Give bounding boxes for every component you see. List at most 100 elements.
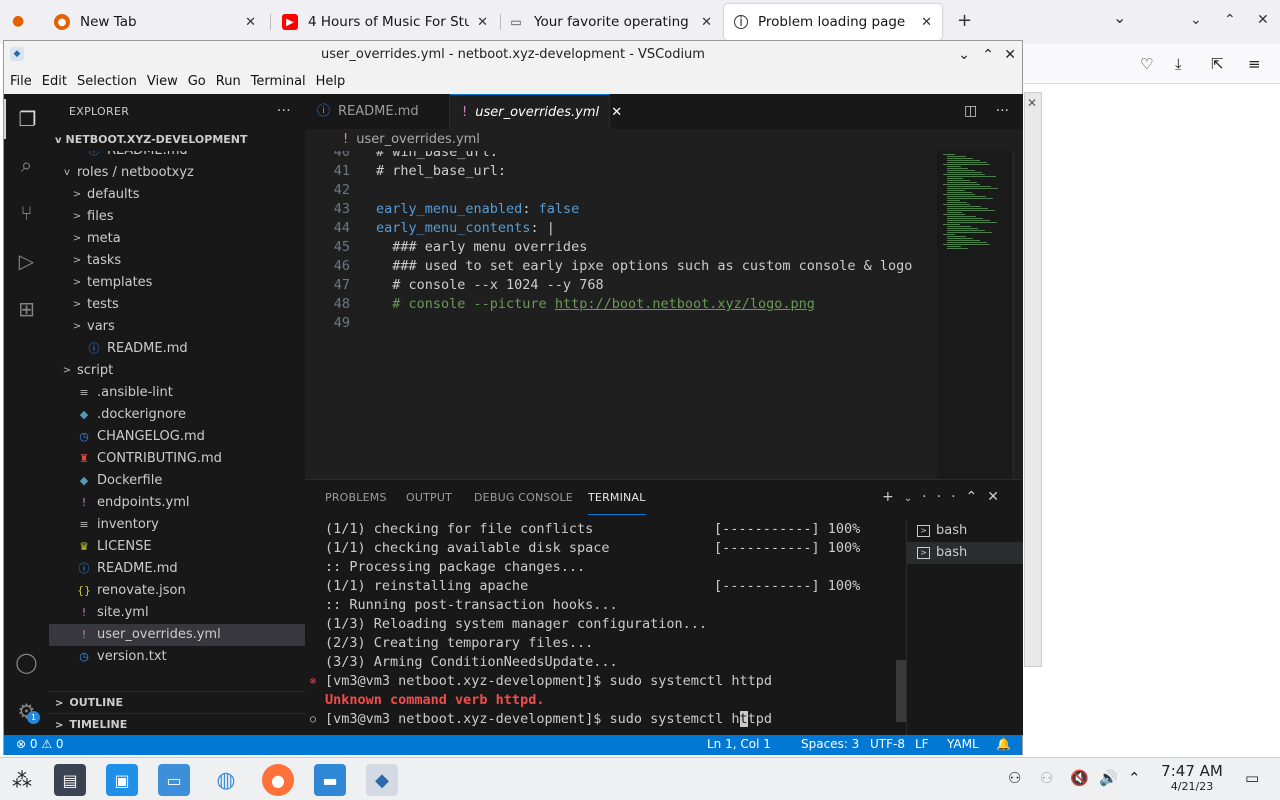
terminal-item-bash[interactable]: > bash — [907, 520, 1023, 542]
file-tree-item[interactable]: > templates — [49, 272, 305, 294]
run-debug-icon[interactable]: ▷ — [4, 241, 49, 281]
encoding-status[interactable]: UTF-8 — [870, 737, 905, 751]
firefox-tab-os[interactable]: ▭ Your favorite operating sys ✕ — [498, 4, 722, 40]
timeline-section[interactable]: > TIMELINE — [49, 713, 305, 735]
notifications-bell-icon[interactable]: 🔔 — [996, 737, 1011, 751]
language-status[interactable]: YAML — [947, 737, 979, 751]
file-tree-item[interactable]: > files — [49, 206, 305, 228]
folder-icon[interactable]: ▬ — [314, 764, 346, 796]
file-tree-item[interactable]: ≡ inventory — [49, 514, 305, 536]
close-panel-icon[interactable]: ✕ — [987, 489, 1009, 505]
close-icon[interactable]: ✕ — [921, 15, 932, 30]
search-icon[interactable]: ⌕ — [4, 145, 49, 185]
minimap[interactable] — [937, 151, 1012, 479]
vscodium-app-icon[interactable]: ◆ — [366, 764, 398, 796]
file-tree-item[interactable]: ♜ CONTRIBUTING.md — [49, 448, 305, 470]
tab-terminal[interactable]: TERMINAL — [588, 480, 646, 515]
menu-selection[interactable]: Selection — [75, 74, 139, 89]
file-tree-item[interactable]: > meta — [49, 228, 305, 250]
close-icon[interactable]: ✕ — [245, 15, 256, 30]
command-failed-icon[interactable]: ⊗ — [310, 672, 316, 691]
file-tree-item[interactable]: {} renovate.json — [49, 580, 305, 602]
close-icon[interactable]: ✕ — [1004, 41, 1016, 69]
discover-store-icon[interactable]: ▣ — [106, 764, 138, 796]
file-tree-item[interactable]: ! endpoints.yml — [49, 492, 305, 514]
user-icon[interactable]: ⚇ — [1008, 769, 1021, 787]
tab-output[interactable]: OUTPUT — [406, 480, 452, 515]
project-folder-header[interactable]: v NETBOOT.XYZ-DEVELOPMENT — [49, 129, 305, 151]
indentation-status[interactable]: Spaces: 3 — [801, 737, 859, 751]
maximize-panel-icon[interactable]: ⌃ — [966, 489, 988, 505]
tray-expand-icon[interactable]: ⌃ — [1128, 769, 1141, 787]
menu-go[interactable]: Go — [186, 74, 208, 89]
outline-section[interactable]: > OUTLINE — [49, 691, 305, 713]
file-tree-item[interactable]: > script — [49, 360, 305, 382]
menu-file[interactable]: File — [8, 74, 34, 89]
network-globe-icon[interactable]: ◍ — [210, 764, 242, 796]
maximize-icon[interactable]: ⌃ — [982, 41, 994, 69]
file-tree-item[interactable]: ◆ .dockerignore — [49, 404, 305, 426]
source-control-icon[interactable]: ⑂ — [4, 193, 49, 233]
new-tab-button[interactable]: + — [957, 10, 972, 31]
more-actions-icon[interactable]: ··· — [996, 103, 1009, 119]
file-tree-item[interactable]: > defaults — [49, 184, 305, 206]
hamburger-menu-icon[interactable]: ≡ — [1248, 55, 1261, 73]
menu-terminal[interactable]: Terminal — [249, 74, 308, 89]
file-tree-item[interactable]: ≡ .ansible-lint — [49, 382, 305, 404]
clock[interactable]: 7:47 AM 4/21/23 — [1152, 762, 1232, 794]
file-tree-item[interactable]: ♛ LICENSE — [49, 536, 305, 558]
pocket-icon[interactable]: ♡ — [1140, 55, 1153, 73]
cursor-position[interactable]: Ln 1, Col 1 — [707, 737, 771, 751]
tab-problems[interactable]: PROBLEMS — [325, 480, 387, 515]
close-icon[interactable]: ✕ — [701, 15, 712, 30]
url-link[interactable]: http://boot.netboot.xyz/logo.png — [555, 296, 815, 312]
close-icon[interactable]: ✕ — [1257, 12, 1269, 28]
close-icon[interactable]: ✕ — [477, 15, 488, 30]
eol-status[interactable]: LF — [915, 737, 929, 751]
more-actions-icon[interactable]: ··· — [277, 94, 291, 129]
file-tree-item[interactable]: ◷ CHANGELOG.md — [49, 426, 305, 448]
menu-view[interactable]: View — [145, 74, 180, 89]
menu-help[interactable]: Help — [314, 74, 348, 89]
extensions-icon[interactable]: ⊞ — [4, 289, 49, 329]
account-icon[interactable]: ◯ — [4, 642, 49, 682]
terminal-output[interactable]: (1/1) checking for file conflicts [------… — [305, 520, 895, 736]
file-tree-item[interactable]: > tasks — [49, 250, 305, 272]
volume-icon[interactable]: 🔊 — [1099, 769, 1118, 787]
download-icon[interactable]: ⤓ — [1175, 55, 1182, 73]
file-tree-item[interactable]: ⓘ README.md — [49, 558, 305, 580]
speaker-muted-icon[interactable]: 🔇 — [1070, 769, 1089, 787]
problems-status[interactable]: ⊗ 0 ⚠ 0 — [16, 737, 64, 751]
file-tree-item[interactable]: ! user_overrides.yml — [49, 624, 305, 646]
tab-debug-console[interactable]: DEBUG CONSOLE — [474, 480, 573, 515]
firefox-tab-problem[interactable]: i Problem loading page ✕ — [724, 4, 942, 40]
command-pending-icon[interactable]: ○ — [310, 710, 316, 729]
app-launcher-icon[interactable]: ⁂ — [6, 764, 38, 796]
menu-edit[interactable]: Edit — [40, 74, 69, 89]
show-desktop-icon[interactable]: ▭ — [1245, 769, 1259, 787]
code-editor[interactable]: 40 # win_base_url: 41 # rhel_base_url: 42 43 e… — [305, 151, 935, 479]
chevron-down-icon[interactable]: ⌄ — [904, 493, 922, 504]
minimize-icon[interactable]: ⌄ — [958, 41, 970, 69]
breadcrumb[interactable]: ! user_overrides.yml — [305, 129, 1023, 151]
list-tabs-button[interactable]: ⌄ — [1113, 8, 1126, 27]
split-editor-icon[interactable]: ◫ — [964, 103, 977, 119]
tab-user-overrides[interactable]: ! user_overrides.yml ✕ — [450, 94, 622, 129]
terminal-item-bash[interactable]: > bash — [907, 542, 1023, 564]
minimize-icon[interactable]: ⌄ — [1190, 12, 1202, 28]
explorer-icon[interactable]: ❐ — [4, 99, 49, 139]
file-tree-item[interactable]: > vars — [49, 316, 305, 338]
firefox-icon[interactable]: ● — [262, 764, 294, 796]
file-tree-item[interactable]: ◷ version.txt — [49, 646, 305, 668]
file-tree-item[interactable]: ! site.yml — [49, 602, 305, 624]
file-tree-item[interactable]: ◆ Dockerfile — [49, 470, 305, 492]
editor-scrollbar[interactable] — [1013, 151, 1023, 479]
file-tree-item[interactable]: ⓘ README.md — [49, 151, 305, 162]
firefox-tab-music[interactable]: ▶ 4 Hours of Music For Study ✕ — [272, 4, 498, 40]
extensions-icon[interactable]: ⇱ — [1211, 55, 1224, 73]
menu-run[interactable]: Run — [214, 74, 243, 89]
settings-gear-icon[interactable]: ⚙ — [4, 691, 49, 731]
more-actions-icon[interactable]: ··· — [922, 489, 965, 505]
terminal-scrollbar[interactable] — [896, 520, 906, 736]
maximize-icon[interactable]: ⌃ — [1224, 12, 1236, 28]
